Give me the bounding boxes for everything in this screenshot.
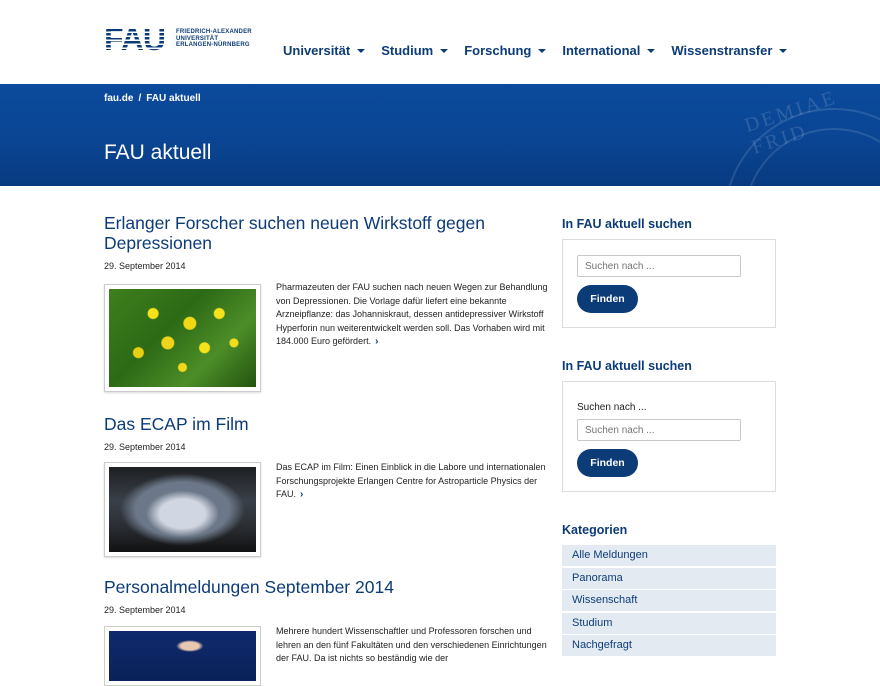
nav-item-universitaet[interactable]: Universität xyxy=(283,43,366,58)
chevron-down-icon xyxy=(357,48,366,53)
people-image xyxy=(109,631,256,681)
read-more-icon[interactable]: › xyxy=(375,335,378,349)
nav-item-forschung[interactable]: Forschung xyxy=(464,43,547,58)
category-item[interactable]: Panorama xyxy=(562,567,776,589)
nav-item-studium[interactable]: Studium xyxy=(381,43,449,58)
article-title[interactable]: Das ECAP im Film xyxy=(104,414,549,434)
main-nav: Universität Studium Forschung Internatio… xyxy=(283,43,803,58)
article-date: 29. September 2014 xyxy=(104,605,186,615)
breadcrumb: fau.de / FAU aktuell xyxy=(104,93,201,104)
categories-title: Kategorien xyxy=(562,523,628,537)
category-item[interactable]: Studium xyxy=(562,612,776,634)
search-widget-title: In FAU aktuell suchen xyxy=(562,359,692,373)
site-header: FAU FRIEDRICH-ALEXANDER UNIVERSITÄT ERLA… xyxy=(0,0,880,84)
article-title[interactable]: Personalmeldungen September 2014 xyxy=(104,577,549,597)
page-title: FAU aktuell xyxy=(104,141,212,164)
article-excerpt: Pharmazeuten der FAU suchen nach neuen W… xyxy=(276,282,548,349)
article-date: 29. September 2014 xyxy=(104,261,186,271)
video-still-image xyxy=(109,467,256,552)
search-input[interactable] xyxy=(577,255,741,277)
nav-item-international[interactable]: International xyxy=(562,43,656,58)
article-thumbnail[interactable] xyxy=(104,626,261,686)
breadcrumb-separator: / xyxy=(138,93,142,104)
article-title[interactable]: Erlanger Forscher suchen neuen Wirkstoff… xyxy=(104,213,549,253)
category-list: Alle Meldungen Panorama Wissenschaft Stu… xyxy=(562,545,776,658)
fau-logo[interactable]: FAU FRIEDRICH-ALEXANDER UNIVERSITÄT ERLA… xyxy=(104,23,252,55)
page-banner: DEMIAE FRID fau.de / FAU aktuell FAU aktue… xyxy=(0,84,880,186)
search-widget-title: In FAU aktuell suchen xyxy=(562,217,692,231)
nav-item-wissenstransfer[interactable]: Wissenstransfer xyxy=(671,43,788,58)
search-widget: Finden xyxy=(562,239,776,328)
category-item[interactable]: Alle Meldungen xyxy=(562,545,776,566)
read-more-icon[interactable]: › xyxy=(300,488,303,502)
logo-mark: FAU xyxy=(104,23,172,55)
article-date: 29. September 2014 xyxy=(104,442,186,452)
breadcrumb-home[interactable]: fau.de xyxy=(104,93,133,104)
flowers-image xyxy=(109,289,256,387)
search-input[interactable] xyxy=(577,419,741,441)
article-item: Das ECAP im Film 29. September 2014 Das … xyxy=(104,414,549,557)
article-thumbnail[interactable] xyxy=(104,462,261,557)
logo-text: FRIEDRICH-ALEXANDER UNIVERSITÄT ERLANGEN… xyxy=(176,29,252,49)
search-button[interactable]: Finden xyxy=(577,449,638,477)
article-excerpt: Das ECAP im Film: Einen Einblick in die … xyxy=(276,462,546,502)
chevron-down-icon xyxy=(779,48,788,53)
article-thumbnail[interactable] xyxy=(104,284,261,392)
article-item: Personalmeldungen September 2014 29. Sep… xyxy=(104,577,549,686)
chevron-down-icon xyxy=(440,48,449,53)
search-button[interactable]: Finden xyxy=(577,285,638,313)
search-widget: Suchen nach ... Finden xyxy=(562,381,776,492)
chevron-down-icon xyxy=(538,48,547,53)
article-item: Erlanger Forscher suchen neuen Wirkstoff… xyxy=(104,213,549,392)
category-item[interactable]: Nachgefragt xyxy=(562,635,776,656)
chevron-down-icon xyxy=(647,48,656,53)
breadcrumb-current: FAU aktuell xyxy=(146,93,201,104)
search-label: Suchen nach ... xyxy=(577,402,647,413)
category-item[interactable]: Wissenschaft xyxy=(562,590,776,611)
